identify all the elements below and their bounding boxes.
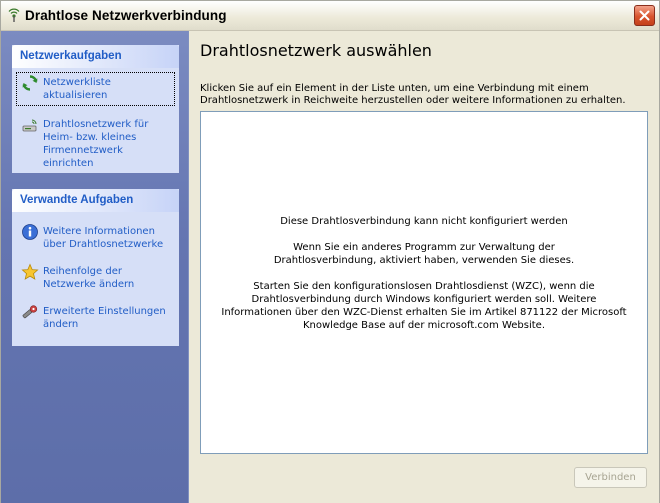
message-other-program: Wenn Sie ein anderes Programm zur Verwal…: [273, 242, 575, 266]
related-tasks-panel: Verwandte Aufgaben Weitere Informationen…: [12, 189, 179, 346]
settings-icon: [22, 305, 38, 319]
star-icon: [21, 263, 39, 280]
task-setup-home-network[interactable]: Drahtlosnetzwerk für Heim- bzw. kleines …: [12, 118, 179, 170]
info-icon: [22, 224, 38, 240]
main-content: Drahtlosnetzwerk auswählen Klicken Sie a…: [189, 31, 659, 503]
close-button[interactable]: [634, 5, 655, 26]
task-more-info-wireless[interactable]: Weitere Informationen über Drahtlosnetzw…: [12, 224, 179, 251]
network-tasks-panel: Netzwerkaufgaben Netzwerkliste aktualisi…: [12, 45, 179, 173]
network-tasks-header: Netzwerkaufgaben: [12, 45, 179, 68]
wireless-network-icon: [8, 8, 20, 22]
task-advanced-settings[interactable]: Erweiterte Einstellungen ändern: [12, 305, 179, 331]
task-refresh-network-list[interactable]: Netzwerkliste aktualisieren: [16, 72, 175, 106]
page-title: Drahtlosnetzwerk auswählen: [200, 41, 432, 60]
task-label: Netzwerkliste aktualisieren: [43, 77, 111, 101]
task-change-network-order[interactable]: Reihenfolge der Netzwerke ändern: [12, 263, 179, 291]
wireless-setup-icon: [22, 119, 37, 132]
refresh-icon: [22, 75, 38, 91]
task-label: Erweiterte Einstellungen ändern: [43, 306, 166, 330]
connect-button[interactable]: Verbinden: [574, 467, 647, 488]
title-bar[interactable]: Drahtlose Netzwerkverbindung: [1, 1, 659, 31]
task-label: Drahtlosnetzwerk für Heim- bzw. kleines …: [43, 119, 149, 169]
task-pane: Netzwerkaufgaben Netzwerkliste aktualisi…: [1, 31, 189, 503]
network-list-message: Diese Drahtlosverbindung kann nicht konf…: [201, 215, 647, 345]
close-icon: [639, 10, 650, 21]
task-label: Weitere Informationen über Drahtlosnetzw…: [43, 226, 164, 250]
window-title: Drahtlose Netzwerkverbindung: [25, 8, 227, 23]
related-tasks-header: Verwandte Aufgaben: [12, 189, 179, 212]
wireless-connection-window: Drahtlose Netzwerkverbindung Netzwerkauf…: [0, 0, 660, 503]
message-not-configurable: Diese Drahtlosverbindung kann nicht konf…: [280, 216, 568, 227]
network-list[interactable]: Diese Drahtlosverbindung kann nicht konf…: [200, 111, 648, 454]
task-label: Reihenfolge der Netzwerke ändern: [43, 266, 135, 290]
instructions-text: Klicken Sie auf ein Element in der Liste…: [200, 83, 626, 106]
message-start-wzc: Starten Sie den konfigurationslosen Drah…: [221, 281, 627, 331]
